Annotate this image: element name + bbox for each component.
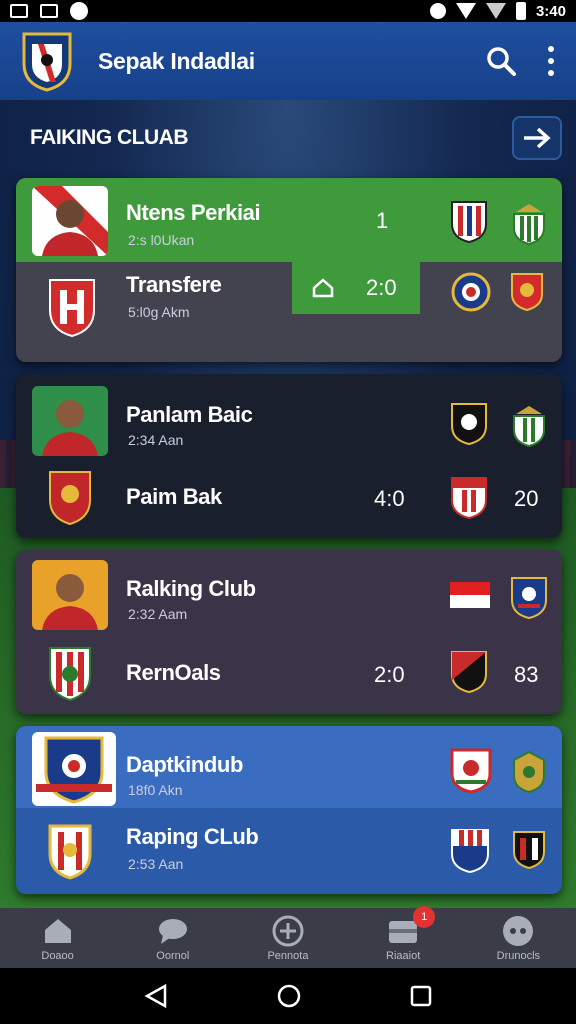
section-header: FAIKING CLUAB bbox=[0, 110, 576, 166]
nfc-icon bbox=[429, 3, 446, 19]
team-crest-icon bbox=[450, 748, 492, 794]
battery-icon bbox=[515, 2, 526, 20]
section-title: FAIKING CLUAB bbox=[30, 126, 189, 149]
card-header-row: Daptkindub 18f0 Akn bbox=[16, 726, 562, 808]
team-crest-icon bbox=[451, 272, 491, 312]
app-title: Sepak Indadlai bbox=[98, 47, 255, 74]
nav-label: Oornol bbox=[156, 950, 190, 962]
card-header-row: Ralking Club 2:32 Aam bbox=[16, 550, 562, 634]
team-name: Transfere bbox=[126, 272, 222, 297]
nav-chat[interactable]: Oornol bbox=[123, 914, 223, 962]
team-name: Panlam Baic bbox=[126, 402, 253, 427]
team-crest-icon bbox=[451, 201, 487, 244]
chat-icon bbox=[158, 919, 187, 944]
wifi-icon bbox=[455, 3, 476, 19]
more-circle-icon bbox=[503, 916, 534, 946]
gallery-icon bbox=[40, 4, 58, 18]
score-highlight: 2:0 bbox=[292, 262, 420, 314]
club-crest-icon bbox=[48, 824, 92, 880]
team-name: RernOals bbox=[126, 660, 221, 685]
player-avatar bbox=[32, 560, 108, 630]
app-bar: Sepak Indadlai bbox=[0, 22, 576, 100]
club-crest-icon bbox=[49, 647, 91, 702]
team-name: Paim Bak bbox=[126, 484, 222, 509]
club-emblem bbox=[32, 732, 116, 806]
nav-inbox[interactable]: 1 Riaaiot bbox=[353, 906, 453, 962]
card-detail-row: Transfere 5:l0g Akm 2:0 bbox=[16, 262, 562, 362]
card-header-row: Ntens Perkiai 2:s l0Ukan 1 bbox=[16, 178, 562, 262]
club-logo-icon[interactable] bbox=[20, 30, 74, 92]
card-detail-row: RernOals 2:0 83 bbox=[16, 634, 562, 714]
team-name: Raping CLub bbox=[126, 824, 259, 849]
recents-icon[interactable] bbox=[409, 984, 433, 1008]
home-icon bbox=[312, 278, 334, 298]
player-avatar bbox=[32, 386, 108, 456]
nav-label: Riaaiot bbox=[386, 950, 421, 962]
team-crest-icon bbox=[451, 651, 487, 694]
team-crest-icon bbox=[511, 273, 543, 312]
match-time: 2:32 Aam bbox=[128, 606, 188, 622]
more-options-icon[interactable] bbox=[546, 46, 556, 76]
clock: 3:40 bbox=[535, 2, 566, 20]
match-score: 2:0 bbox=[374, 662, 405, 687]
club-crest-icon bbox=[49, 279, 95, 338]
home-button-icon[interactable] bbox=[276, 983, 302, 1009]
status-bar: 3:40 bbox=[0, 0, 576, 22]
team-crest-icon bbox=[513, 406, 545, 448]
match-time: 2:53 Aan bbox=[128, 856, 184, 872]
match-time: 2:s l0Ukan bbox=[128, 232, 195, 248]
match-stat: 83 bbox=[514, 662, 539, 687]
match-card[interactable]: Ntens Perkiai 2:s l0Ukan 1 Transfere 5:l… bbox=[16, 178, 562, 362]
match-card[interactable]: Ralking Club 2:32 Aam RernOals 2:0 83 bbox=[16, 550, 562, 714]
match-card[interactable]: Panlam Baic 2:34 Aan Paim Bak 4:0 20 bbox=[16, 374, 562, 538]
arrow-right-icon bbox=[524, 127, 551, 149]
team-name: Ralking Club bbox=[126, 576, 256, 601]
team-crest-icon bbox=[451, 477, 487, 520]
team-crest-icon bbox=[451, 403, 487, 446]
system-navigation bbox=[0, 968, 576, 1024]
card-detail-row: Raping CLub 2:53 Aan bbox=[16, 808, 562, 894]
match-score: 1 bbox=[376, 208, 389, 233]
player-avatar bbox=[32, 186, 108, 256]
nav-home[interactable]: Doaoo bbox=[8, 914, 108, 962]
signal-icon bbox=[485, 3, 506, 19]
add-circle-icon bbox=[272, 915, 304, 947]
card-header-row: Panlam Baic 2:34 Aan bbox=[16, 374, 562, 458]
home-icon bbox=[44, 919, 71, 943]
bottom-navigation: Doaoo Oornol Pennota 1 Riaaiot Drunocls bbox=[0, 906, 576, 968]
team-crest-icon bbox=[513, 831, 545, 870]
see-all-button[interactable] bbox=[512, 116, 562, 160]
back-icon[interactable] bbox=[143, 983, 169, 1009]
team-crest-icon bbox=[513, 204, 545, 246]
nav-label: Doaoo bbox=[41, 950, 74, 962]
search-icon[interactable] bbox=[486, 46, 516, 76]
team-crest-icon bbox=[513, 750, 545, 794]
nav-label: Drunocls bbox=[496, 950, 541, 962]
match-stat: 20 bbox=[514, 486, 539, 511]
club-crest-icon bbox=[49, 471, 91, 526]
team-crest-icon bbox=[511, 577, 547, 620]
team-name: Daptkindub bbox=[126, 752, 243, 777]
nav-label: Pennota bbox=[267, 950, 309, 962]
match-score: 2:0 bbox=[366, 275, 397, 300]
nav-more[interactable]: Drunocls bbox=[468, 914, 568, 962]
nav-add[interactable]: Pennota bbox=[238, 914, 338, 962]
card-detail-row: Paim Bak 4:0 20 bbox=[16, 458, 562, 538]
match-time: 5:l0g Akm bbox=[128, 304, 190, 320]
flag-icon bbox=[450, 582, 490, 608]
team-name: Ntens Perkiai bbox=[126, 200, 261, 225]
match-time: 2:34 Aan bbox=[128, 432, 184, 448]
notification-icon bbox=[70, 2, 88, 20]
image-icon bbox=[10, 4, 28, 18]
match-time: 18f0 Akn bbox=[128, 782, 183, 798]
notification-badge: 1 bbox=[413, 906, 436, 928]
team-crest-icon bbox=[451, 829, 489, 874]
match-score: 4:0 bbox=[374, 486, 405, 511]
match-card[interactable]: Daptkindub 18f0 Akn Raping CLub 2:53 Aan bbox=[16, 726, 562, 894]
